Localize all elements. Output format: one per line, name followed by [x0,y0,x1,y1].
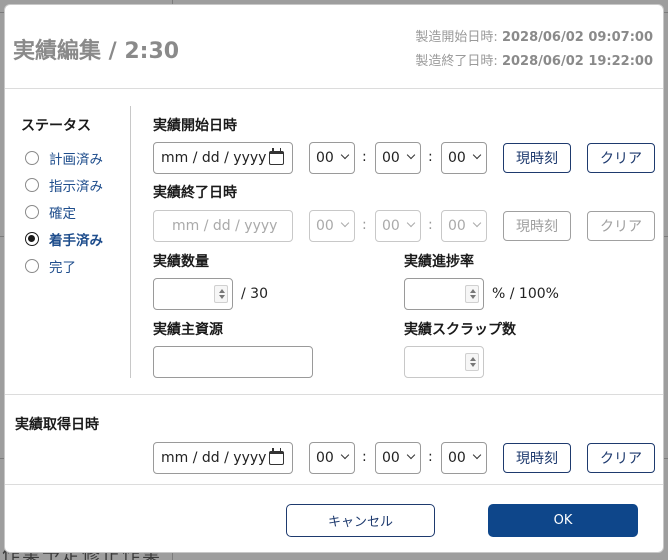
time-separator: : [428,449,433,465]
chevron-down-icon [472,150,482,160]
progress-suffix: % / 100% [492,286,559,302]
section-divider [5,394,663,395]
actual-end-hour-select[interactable]: 00 [309,210,355,242]
mfg-end-label: 製造終了日時: [415,54,502,69]
actual-start-minute-select[interactable]: 00 [375,142,421,174]
actual-start-hour-select[interactable]: 00 [309,142,355,174]
date-placeholder: mm / dd / yyyy [161,150,267,166]
select-value: 00 [448,218,466,234]
actual-start-date-input[interactable]: mm / dd / yyyy [153,142,293,174]
dialog-title: 実績編集 / 2:30 [13,39,180,64]
mfg-start-value: 2028/06/02 09:07:00 [501,30,653,45]
status-option-confirmed[interactable]: 確定 [25,202,76,222]
select-value: 00 [448,450,466,466]
date-placeholder: mm / dd / yyyy [172,218,278,234]
actual-main-resource-label: 実績主資源 [153,322,223,338]
actual-start-label: 実績開始日時 [153,118,237,134]
select-value: 00 [448,150,466,166]
chevron-down-icon [340,450,350,460]
select-value: 00 [382,450,400,466]
dialog-header: 実績編集 / 2:30 製造開始日時: 2028/06/02 09:07:00 … [5,5,663,89]
spinner-icon[interactable] [214,285,228,303]
actual-end-date-input[interactable]: mm / dd / yyyy [153,210,293,242]
select-value: 00 [316,218,334,234]
actual-scrap-label: 実績スクラップ数 [404,322,516,338]
status-option-label: 計画済み [49,152,103,168]
time-separator: : [428,149,433,165]
actual-quantity-input[interactable] [153,278,233,310]
acquired-second-select[interactable]: 00 [441,442,487,474]
time-separator: : [428,217,433,233]
footer-divider [5,484,663,485]
radio-icon[interactable] [25,259,39,273]
mfg-end-value: 2028/06/02 19:22:00 [501,54,653,69]
status-option-planned[interactable]: 計画済み [25,148,103,168]
status-option-label: 確定 [49,206,76,222]
status-option-label: 完了 [49,260,76,276]
acquired-clear-button[interactable]: クリア [587,443,655,473]
edit-actuals-dialog: 実績編集 / 2:30 製造開始日時: 2028/06/02 09:07:00 … [4,4,664,553]
date-placeholder: mm / dd / yyyy [161,450,267,466]
actual-start-now-button[interactable]: 現時刻 [503,143,571,173]
select-value: 00 [382,150,400,166]
status-option-label: 指示済み [49,179,103,195]
time-separator: : [362,449,367,465]
column-divider [130,106,131,378]
radio-icon[interactable] [25,151,39,165]
actual-start-second-select[interactable]: 00 [441,142,487,174]
status-title: ステータス [21,118,91,134]
calendar-icon[interactable] [269,148,284,165]
status-option-instructed[interactable]: 指示済み [25,175,103,195]
chevron-down-icon [340,150,350,160]
status-option-started[interactable]: 着手済み [25,229,103,249]
actual-end-clear-button[interactable]: クリア [587,211,655,241]
actual-end-second-select[interactable]: 00 [441,210,487,242]
spinner-icon[interactable] [465,285,479,303]
time-separator: : [362,149,367,165]
acquired-now-button[interactable]: 現時刻 [503,443,571,473]
mfg-start-info: 製造開始日時: 2028/06/02 09:07:00 [415,26,653,45]
cancel-button[interactable]: キャンセル [286,504,435,537]
actual-end-now-button[interactable]: 現時刻 [503,211,571,241]
quantity-total: / 30 [241,286,268,302]
select-value: 00 [316,150,334,166]
actual-quantity-label: 実績数量 [153,254,209,270]
mfg-end-info: 製造終了日時: 2028/06/02 19:22:00 [415,50,653,69]
actual-progress-label: 実績進捗率 [404,254,474,270]
actual-progress-input[interactable] [404,278,484,310]
mfg-start-label: 製造開始日時: [415,30,502,45]
chevron-down-icon [340,218,350,228]
select-value: 00 [316,450,334,466]
chevron-down-icon [406,150,416,160]
ok-button[interactable]: OK [488,504,638,537]
radio-selected-icon[interactable] [25,232,39,246]
radio-icon[interactable] [25,178,39,192]
status-option-completed[interactable]: 完了 [25,256,76,276]
status-option-label: 着手済み [49,233,103,249]
spinner-icon[interactable] [465,353,479,371]
radio-icon[interactable] [25,205,39,219]
acquired-hour-select[interactable]: 00 [309,442,355,474]
chevron-down-icon [406,450,416,460]
actual-start-clear-button[interactable]: クリア [587,143,655,173]
acquired-datetime-label: 実績取得日時 [15,417,99,433]
chevron-down-icon [472,218,482,228]
acquired-minute-select[interactable]: 00 [375,442,421,474]
select-value: 00 [382,218,400,234]
calendar-icon[interactable] [269,448,284,465]
actual-end-label: 実績終了日時 [153,185,237,201]
actual-end-minute-select[interactable]: 00 [375,210,421,242]
chevron-down-icon [406,218,416,228]
chevron-down-icon [472,450,482,460]
actual-scrap-input[interactable] [404,346,484,378]
acquired-date-input[interactable]: mm / dd / yyyy [153,442,293,474]
time-separator: : [362,217,367,233]
actual-main-resource-input[interactable] [153,346,313,378]
